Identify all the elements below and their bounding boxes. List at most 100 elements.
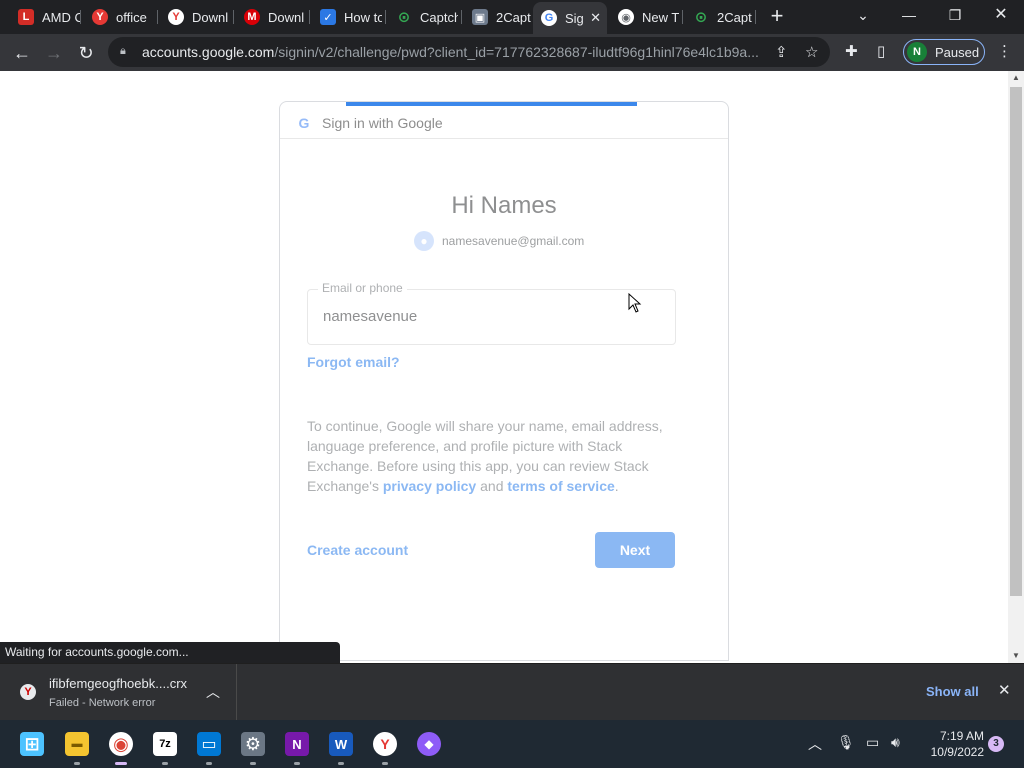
tab-download-1[interactable]: Y Downl <box>160 4 230 30</box>
tab-label: Sig <box>565 10 584 26</box>
running-indicator <box>250 762 256 765</box>
google-g-icon: G <box>298 114 310 131</box>
yandex-icon: Y <box>92 9 108 25</box>
remote-desktop-icon[interactable]: ▭ <box>197 732 221 756</box>
checkmark-icon: ✓ <box>320 9 336 25</box>
email-field[interactable]: Email or phone namesavenue <box>307 281 676 345</box>
download-item[interactable]: Y ifibfemgeogfhoebk....crx Failed - Netw… <box>0 664 237 721</box>
next-button[interactable]: Next <box>595 532 675 568</box>
tab-office[interactable]: Y office <box>84 4 154 30</box>
clock-date: 10/9/2022 <box>930 745 984 759</box>
tab-separator <box>80 10 81 24</box>
profile-button[interactable]: N Paused <box>903 39 985 65</box>
forward-icon[interactable]: → <box>41 40 67 66</box>
tab-2captcha-2[interactable]: ⊙ 2Capt <box>685 4 753 30</box>
tab-search-icon[interactable]: ⌄ <box>843 4 883 26</box>
account-chip[interactable]: ● namesavenue@gmail.com <box>414 230 584 252</box>
scrollbar-thumb[interactable] <box>1010 87 1022 596</box>
running-indicator <box>206 762 212 765</box>
side-panel-icon[interactable]: ▯ <box>877 42 885 60</box>
page-scrollbar[interactable]: ▲ ▼ <box>1008 71 1024 663</box>
email-field-label: Email or phone <box>318 281 407 295</box>
word-glyph: W <box>334 736 348 752</box>
address-bar[interactable]: 🔒︎ accounts.google.com/signin/v2/challen… <box>108 37 830 67</box>
menu-icon[interactable]: ⋮ <box>997 42 1012 60</box>
settings-icon[interactable]: ⚙ <box>241 732 265 756</box>
tab-separator <box>755 10 756 24</box>
yandex-icon: Y <box>20 684 36 700</box>
tab-how-to[interactable]: ✓ How to <box>312 4 382 30</box>
chrome-icon[interactable]: ◉ <box>109 732 133 756</box>
minimize-icon[interactable]: — <box>889 4 929 26</box>
tab-amd[interactable]: L AMD C <box>10 4 80 30</box>
network-icon[interactable]: ▭ <box>866 734 879 751</box>
microphone-icon[interactable]: 🎙︎ <box>837 734 855 751</box>
close-window-icon[interactable]: ✕ <box>981 4 1021 26</box>
forgot-email-link[interactable]: Forgot email? <box>307 354 400 370</box>
share-icon[interactable]: ⇪ <box>775 43 788 61</box>
start-icon[interactable]: ⊞ <box>20 732 44 756</box>
windows-taskbar: ⊞ ▬ ◉ 7z ▭ ⚙ N W Y ◆ ︿ 🎙︎ ▭ 🔊︎ 7:19 AM 1… <box>0 720 1024 768</box>
card-header: G Sign in with Google <box>280 107 728 139</box>
tab-new-tab[interactable]: ◉ New T <box>610 4 680 30</box>
status-bubble: Waiting for accounts.google.com... <box>0 642 340 663</box>
google-icon: G <box>541 10 557 26</box>
word-icon[interactable]: W <box>329 732 353 756</box>
reload-icon[interactable]: ↻ <box>73 40 99 66</box>
running-indicator <box>294 762 300 765</box>
header-title: Sign in with Google <box>322 114 443 131</box>
close-shelf-icon[interactable]: ✕ <box>998 681 1011 699</box>
image-icon: ▣ <box>472 9 488 25</box>
consent-and: and <box>480 478 504 494</box>
lock-icon[interactable]: 🔒︎ <box>120 45 132 59</box>
restore-icon[interactable]: ❐ <box>935 4 975 26</box>
tab-captcha[interactable]: ⊙ Captch <box>388 4 458 30</box>
tab-separator <box>233 10 234 24</box>
chevron-up-icon[interactable]: ︿ <box>808 734 822 754</box>
create-account-link[interactable]: Create account <box>307 542 408 558</box>
notification-badge[interactable]: 3 <box>988 736 1004 752</box>
scroll-down-icon[interactable]: ▼ <box>1008 649 1024 663</box>
file-explorer-glyph: ▬ <box>71 738 83 750</box>
running-indicator <box>74 762 80 765</box>
onenote-icon[interactable]: N <box>285 732 309 756</box>
active-indicator <box>115 762 127 765</box>
download-filename: ifibfemgeogfhoebk....crx <box>49 676 188 691</box>
new-tab-button[interactable]: + <box>766 5 788 28</box>
volume-icon[interactable]: 🔊︎ <box>891 734 900 751</box>
tab-sign-in[interactable]: G Sig ✕ <box>533 2 607 34</box>
consent-period: . <box>614 478 619 494</box>
chrome-icon: ◉ <box>618 9 634 25</box>
url-text[interactable]: accounts.google.com/signin/v2/challenge/… <box>142 44 758 60</box>
lock-icon: ⊙ <box>694 9 708 26</box>
tab-label: Captch <box>420 9 458 25</box>
tab-separator <box>682 10 683 24</box>
clock-time: 7:19 AM <box>939 729 984 743</box>
privacy-policy-link[interactable]: privacy policy <box>383 478 476 494</box>
system-clock[interactable]: 7:19 AM 10/9/2022 <box>912 728 984 760</box>
chevron-up-icon[interactable]: ︿ <box>206 682 220 702</box>
bookmark-star-icon[interactable]: ☆ <box>805 43 818 61</box>
yandex-browser-icon[interactable]: Y <box>373 732 397 756</box>
tab-download-2[interactable]: M Downl <box>236 4 306 30</box>
scroll-up-icon[interactable]: ▲ <box>1008 71 1024 85</box>
tab-2captcha-1[interactable]: ▣ 2Capt <box>464 4 532 30</box>
extensions-icon[interactable]: ✚ <box>845 42 858 60</box>
mouse-cursor-icon <box>628 293 642 313</box>
close-tab-icon[interactable]: ✕ <box>590 10 601 26</box>
tab-separator <box>461 10 462 24</box>
tab-separator <box>309 10 310 24</box>
alice-icon[interactable]: ◆ <box>417 732 441 756</box>
browser-toolbar: ← → ↻ 🔒︎ accounts.google.com/signin/v2/c… <box>0 34 1024 71</box>
download-shelf: Y ifibfemgeogfhoebk....crx Failed - Netw… <box>0 663 1024 721</box>
greeting-heading: Hi Names <box>451 192 557 219</box>
back-icon[interactable]: ← <box>9 40 35 66</box>
file-explorer-icon[interactable]: ▬ <box>65 732 89 756</box>
7zip-icon[interactable]: 7z <box>153 732 177 756</box>
email-field-value: namesavenue <box>323 308 418 325</box>
tab-separator <box>385 10 386 24</box>
yandex-icon: Y <box>168 9 184 25</box>
show-all-button[interactable]: Show all <box>926 684 979 699</box>
terms-of-service-link[interactable]: terms of service <box>507 478 614 494</box>
tab-separator <box>157 10 158 24</box>
